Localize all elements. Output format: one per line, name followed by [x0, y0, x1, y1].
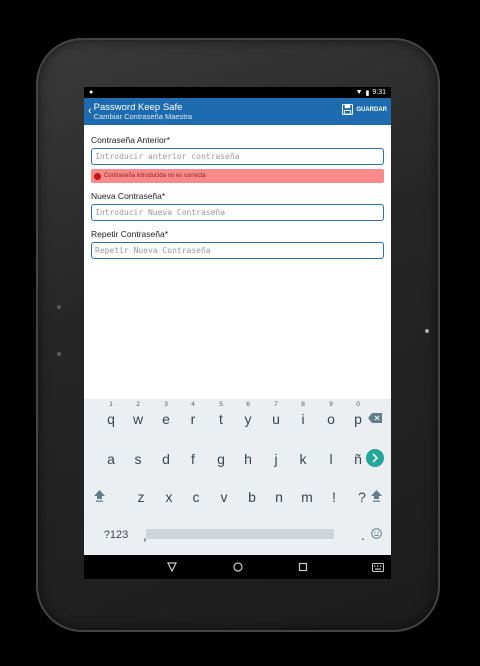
next-arrow-icon — [366, 449, 384, 467]
home-circle-icon[interactable] — [233, 562, 243, 572]
key-v[interactable]: v — [197, 477, 228, 515]
status-bar: ● ▼ ▮ 9:31 — [84, 87, 391, 98]
back-arrow-icon[interactable]: ‹ — [88, 106, 92, 117]
error-icon — [94, 172, 101, 180]
save-icon — [342, 104, 354, 115]
key-k[interactable]: k — [276, 439, 307, 477]
soft-keyboard: 1q 2w 3e 4r 5t 6y 7u 8i 9o 0p a s d f g … — [84, 399, 391, 555]
key-w[interactable]: 2w — [111, 399, 143, 437]
app-bar: ‹ Password Keep Safe Cambiar Contraseña … — [84, 98, 391, 125]
key-q[interactable]: 1q — [84, 399, 115, 437]
emoji-key[interactable] — [363, 515, 390, 553]
key-j[interactable]: j — [249, 439, 277, 477]
navigation-bar — [84, 555, 391, 579]
speaker-dot-top — [57, 305, 61, 309]
backspace-key[interactable] — [362, 399, 389, 437]
key-g[interactable]: g — [194, 439, 225, 477]
comma-key[interactable]: , — [118, 515, 147, 553]
key-l[interactable]: l — [304, 439, 332, 477]
keyboard-switch-icon[interactable] — [372, 563, 384, 572]
screen: ● ▼ ▮ 9:31 ‹ Password Keep Safe Cambiar … — [84, 87, 391, 579]
key-r[interactable]: 4r — [166, 399, 196, 437]
keyboard-row-3: z x c v b n m ! ? — [84, 477, 391, 515]
old-password-label: Contraseña Anterior* — [91, 135, 170, 145]
save-button-label: GUARDAR — [356, 106, 387, 113]
key-i[interactable]: 8i — [276, 399, 305, 437]
next-key[interactable] — [362, 439, 389, 477]
key-p[interactable]: 0p — [331, 399, 362, 437]
key-y[interactable]: 6y — [221, 399, 252, 437]
key-d[interactable]: d — [139, 439, 170, 477]
key-question[interactable]: ? — [335, 477, 366, 515]
shift-icon — [94, 490, 105, 502]
key-n[interactable]: n — [252, 477, 283, 515]
recents-square-icon[interactable] — [298, 562, 308, 572]
error-text: Contraseña introducida no es correcta — [104, 173, 206, 179]
shift-key-left[interactable] — [86, 477, 113, 515]
android-icon: ● — [89, 89, 94, 96]
key-s[interactable]: s — [111, 439, 142, 477]
speaker-dot-bottom — [57, 352, 61, 356]
key-h[interactable]: h — [221, 439, 252, 477]
emoji-icon — [371, 528, 382, 539]
shift-icon — [371, 490, 382, 502]
back-triangle-icon[interactable] — [167, 562, 177, 572]
key-t[interactable]: 5t — [194, 399, 223, 437]
symbols-key[interactable]: ?123 — [84, 515, 128, 553]
key-f[interactable]: f — [166, 439, 195, 477]
backspace-icon — [368, 413, 382, 423]
keyboard-row-2: a s d f g h j k l ñ — [84, 439, 391, 477]
key-e[interactable]: 3e — [139, 399, 170, 437]
key-enye[interactable]: ñ — [331, 439, 362, 477]
key-c[interactable]: c — [169, 477, 200, 515]
key-x[interactable]: x — [142, 477, 173, 515]
camera-dot — [425, 329, 429, 333]
battery-icon: ▮ — [365, 89, 370, 97]
period-key[interactable]: . — [336, 515, 365, 553]
old-password-input[interactable]: Introducir anterior contraseña — [91, 148, 384, 165]
key-o[interactable]: 9o — [304, 399, 335, 437]
space-bar[interactable] — [146, 529, 334, 539]
key-u[interactable]: 7u — [249, 399, 280, 437]
new-password-label: Nueva Contraseña* — [91, 191, 166, 201]
key-m[interactable]: m — [280, 477, 313, 515]
keyboard-row-4: ?123 , . — [84, 515, 391, 553]
app-subtitle: Cambiar Contraseña Maestra — [93, 111, 193, 121]
key-b[interactable]: b — [225, 477, 256, 515]
key-exclamation[interactable]: ! — [307, 477, 336, 515]
keyboard-row-1: 1q 2w 3e 4r 5t 6y 7u 8i 9o 0p — [84, 399, 391, 437]
key-a[interactable]: a — [84, 439, 115, 477]
key-z[interactable]: z — [114, 477, 145, 515]
new-password-input[interactable]: Introducir Nueva Contraseña — [91, 204, 384, 221]
save-button[interactable]: GUARDAR — [342, 104, 387, 115]
shift-key-right[interactable] — [363, 477, 390, 515]
wifi-icon: ▼ — [355, 89, 363, 96]
error-message: Contraseña introducida no es correcta — [91, 169, 384, 183]
repeat-password-input[interactable]: Repetir Nueva Contraseña — [91, 242, 384, 259]
change-password-form: Contraseña Anterior* Introducir anterior… — [84, 125, 391, 259]
repeat-password-label: Repetir Contraseña* — [91, 229, 169, 239]
status-time: 9:31 — [372, 89, 386, 96]
